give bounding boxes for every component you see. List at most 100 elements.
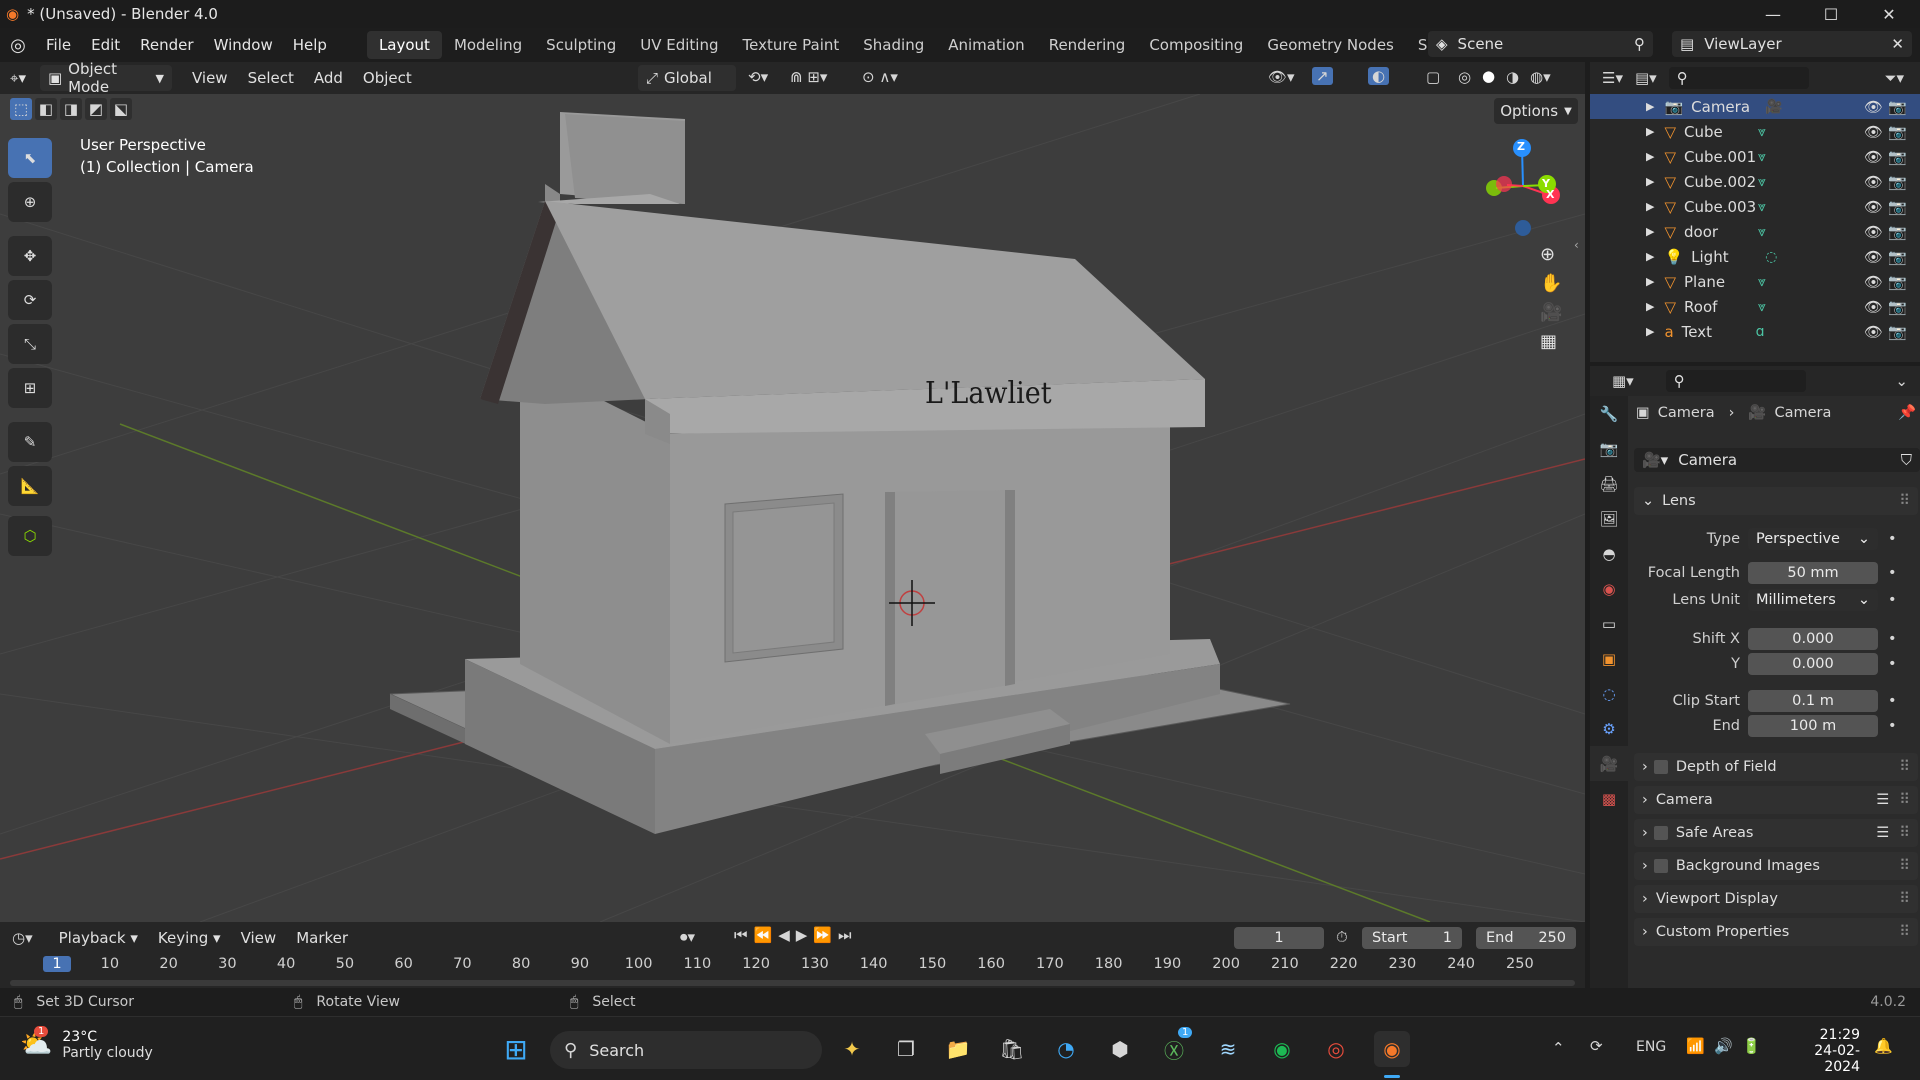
clip-end-field[interactable]: 100 m bbox=[1748, 715, 1878, 737]
select-new-icon[interactable]: ⬚ bbox=[10, 98, 32, 120]
tab-rendering[interactable]: Rendering bbox=[1037, 31, 1138, 59]
minimize-button[interactable]: — bbox=[1744, 0, 1802, 28]
keyframe-dot-icon[interactable]: • bbox=[1888, 565, 1897, 581]
keyframe-dot-icon[interactable]: • bbox=[1888, 718, 1897, 734]
tab-sculpting[interactable]: Sculpting bbox=[534, 31, 628, 59]
options-button[interactable]: Options ▼ bbox=[1494, 98, 1578, 124]
camera-render-icon[interactable]: 📷 bbox=[1888, 323, 1907, 341]
play-icon[interactable]: ▶ bbox=[796, 926, 808, 944]
depth-of-field-panel[interactable]: › Depth of Field ⠿ bbox=[1634, 753, 1918, 781]
scene-selector[interactable]: ◈ Scene ⚲ bbox=[1428, 31, 1653, 57]
language-indicator[interactable]: ENG bbox=[1636, 1039, 1666, 1055]
next-keyframe-icon[interactable]: ⏩ bbox=[813, 926, 832, 944]
weather-widget[interactable]: ⛅ 1 23°C Partly cloudy bbox=[20, 1026, 153, 1061]
tab-uv-editing[interactable]: UV Editing bbox=[628, 31, 730, 59]
keyframe-dot-icon[interactable]: • bbox=[1888, 592, 1897, 608]
safe-areas-panel[interactable]: › Safe Areas ☰ ⠿ bbox=[1634, 819, 1918, 847]
collection-tab-icon[interactable]: ▭ bbox=[1590, 606, 1628, 641]
menu-render[interactable]: Render bbox=[130, 28, 203, 62]
drag-handle-icon[interactable]: ⠿ bbox=[1899, 792, 1910, 808]
expand-arrow-icon[interactable]: ▶ bbox=[1646, 250, 1654, 263]
pan-hand-icon[interactable]: ✋ bbox=[1540, 273, 1562, 294]
battery-icon[interactable]: 🔋 bbox=[1742, 1037, 1761, 1055]
menu-marker[interactable]: Marker bbox=[286, 922, 358, 954]
move-tool-icon[interactable]: ✥ bbox=[8, 236, 52, 276]
proportional-edit-icon[interactable]: ⊙ ∧▾ bbox=[862, 68, 898, 86]
background-images-panel[interactable]: › Background Images ⠿ bbox=[1634, 852, 1918, 880]
output-tab-icon[interactable]: 🖨 bbox=[1590, 466, 1628, 501]
checkbox[interactable] bbox=[1653, 826, 1668, 840]
viewport-display-panel[interactable]: › Viewport Display ⠿ bbox=[1634, 885, 1918, 913]
expand-arrow-icon[interactable]: ▶ bbox=[1646, 175, 1654, 188]
task-view-icon[interactable]: ❐ bbox=[888, 1031, 924, 1067]
snap-icon[interactable]: ⋒ ⊞▾ bbox=[790, 68, 827, 86]
menu-keying[interactable]: Keying ▾ bbox=[148, 922, 231, 954]
clip-start-field[interactable]: 0.1 m bbox=[1748, 690, 1878, 712]
maximize-button[interactable]: ☐ bbox=[1802, 0, 1860, 28]
outliner-editor-icon[interactable]: ☰▾ bbox=[1602, 69, 1623, 87]
camera-panel[interactable]: › Camera ☰ ⠿ bbox=[1634, 786, 1918, 814]
mesh-data-icon[interactable]: ⩔ bbox=[1758, 274, 1766, 290]
timeline-scrollbar[interactable] bbox=[10, 980, 1575, 986]
frame-ruler[interactable]: 1 10 20 30 40 50 60 70 80 90 100 110 120 130 140 150 160… bbox=[0, 956, 1585, 976]
camera-render-icon[interactable]: 📷 bbox=[1888, 298, 1907, 316]
grid-view-icon[interactable]: ▦ bbox=[1540, 331, 1562, 352]
camera-render-icon[interactable]: 📷 bbox=[1888, 248, 1907, 266]
select-invert-icon[interactable]: ◩ bbox=[85, 98, 107, 120]
expand-arrow-icon[interactable]: ▶ bbox=[1646, 100, 1654, 113]
eye-icon[interactable]: 👁 bbox=[1864, 298, 1883, 316]
camera-render-icon[interactable]: 📷 bbox=[1888, 148, 1907, 166]
constraints-tab-icon[interactable]: ⚙ bbox=[1590, 711, 1628, 746]
tab-modeling[interactable]: Modeling bbox=[442, 31, 534, 59]
mesh-data-icon[interactable]: ⩔ bbox=[1758, 224, 1766, 240]
shift-x-field[interactable]: 0.000 bbox=[1748, 628, 1878, 650]
close-icon[interactable]: ✕ bbox=[1891, 35, 1904, 53]
tool-tab-icon[interactable]: 🔧 bbox=[1590, 396, 1628, 431]
tab-texture-paint[interactable]: Texture Paint bbox=[730, 31, 851, 59]
mode-selector[interactable]: ▣ Object Mode ▼ bbox=[39, 60, 172, 96]
list-icon[interactable]: ☰ bbox=[1876, 792, 1889, 808]
render-tab-icon[interactable]: 📷 bbox=[1590, 431, 1628, 466]
lens-unit-select[interactable]: Millimeters ⌄ bbox=[1748, 589, 1878, 611]
audio-app-icon[interactable]: ≋ bbox=[1210, 1031, 1246, 1067]
menu-add[interactable]: Add bbox=[304, 62, 353, 94]
mesh-data-icon[interactable]: ⩔ bbox=[1758, 199, 1766, 215]
camera-view-icon[interactable]: 🎥 bbox=[1540, 302, 1562, 323]
outliner-item-light[interactable]: ▶ 💡 Light ◌ 👁 📷 bbox=[1590, 244, 1920, 269]
outliner-item-cube-003[interactable]: ▶ ▽ Cube.003 ⩔ 👁 📷 bbox=[1590, 194, 1920, 219]
solid-shading-icon[interactable]: ● bbox=[1482, 67, 1495, 85]
texture-tab-icon[interactable]: ▩ bbox=[1590, 781, 1628, 816]
gizmo-toggle-icon[interactable]: ↗ bbox=[1312, 67, 1333, 85]
expand-arrow-icon[interactable]: ▶ bbox=[1646, 325, 1654, 338]
eye-icon[interactable]: 👁 bbox=[1864, 148, 1883, 166]
drag-handle-icon[interactable]: ⠿ bbox=[1899, 924, 1910, 940]
mesh-data-icon[interactable]: ⩔ bbox=[1758, 174, 1766, 190]
eye-icon[interactable]: 👁 bbox=[1864, 273, 1883, 291]
expand-arrow-icon[interactable]: ▶ bbox=[1646, 225, 1654, 238]
chevron-down-icon[interactable]: ⌄ bbox=[1895, 372, 1908, 390]
eye-icon[interactable]: 👁 bbox=[1864, 123, 1883, 141]
outliner-item-cube[interactable]: ▶ ▽ Cube ⩔ 👁 📷 bbox=[1590, 119, 1920, 144]
3d-viewport[interactable]: L'Lawliet User Perspective (1) Collectio… bbox=[0, 94, 1585, 922]
tab-layout[interactable]: Layout bbox=[366, 31, 442, 59]
drag-handle-icon[interactable]: ⠿ bbox=[1899, 825, 1910, 841]
current-frame-field[interactable]: 1 bbox=[1234, 927, 1324, 949]
zoom-icon[interactable]: ⊕ bbox=[1540, 244, 1562, 265]
keyframe-dot-icon[interactable]: • bbox=[1888, 631, 1897, 647]
eye-icon[interactable]: 👁 bbox=[1864, 248, 1883, 266]
jump-end-icon[interactable]: ⏭ bbox=[838, 926, 852, 944]
view-layer-selector[interactable]: ▤ ViewLayer ✕ bbox=[1672, 31, 1912, 57]
keyframe-dot-icon[interactable]: • bbox=[1888, 656, 1897, 672]
view-layer-tab-icon[interactable]: 🖼 bbox=[1590, 501, 1628, 536]
eye-icon[interactable]: 👁 bbox=[1864, 223, 1883, 241]
editor-type-icon[interactable]: ⌖▾ bbox=[0, 62, 36, 94]
pin-icon[interactable]: 📌 bbox=[1898, 404, 1916, 421]
start-frame-field[interactable]: Start 1 bbox=[1362, 927, 1462, 949]
menu-playback[interactable]: Playback ▾ bbox=[49, 922, 148, 954]
material-shading-icon[interactable]: ◑ bbox=[1506, 68, 1519, 86]
epic-launcher-icon[interactable]: ⬢ bbox=[1102, 1031, 1138, 1067]
tab-shading[interactable]: Shading bbox=[851, 31, 936, 59]
wireframe-shading-icon[interactable]: ◎ bbox=[1458, 68, 1471, 86]
properties-search-input[interactable]: ⚲ bbox=[1665, 370, 1806, 392]
keyframe-dot-icon[interactable]: • bbox=[1888, 531, 1897, 547]
